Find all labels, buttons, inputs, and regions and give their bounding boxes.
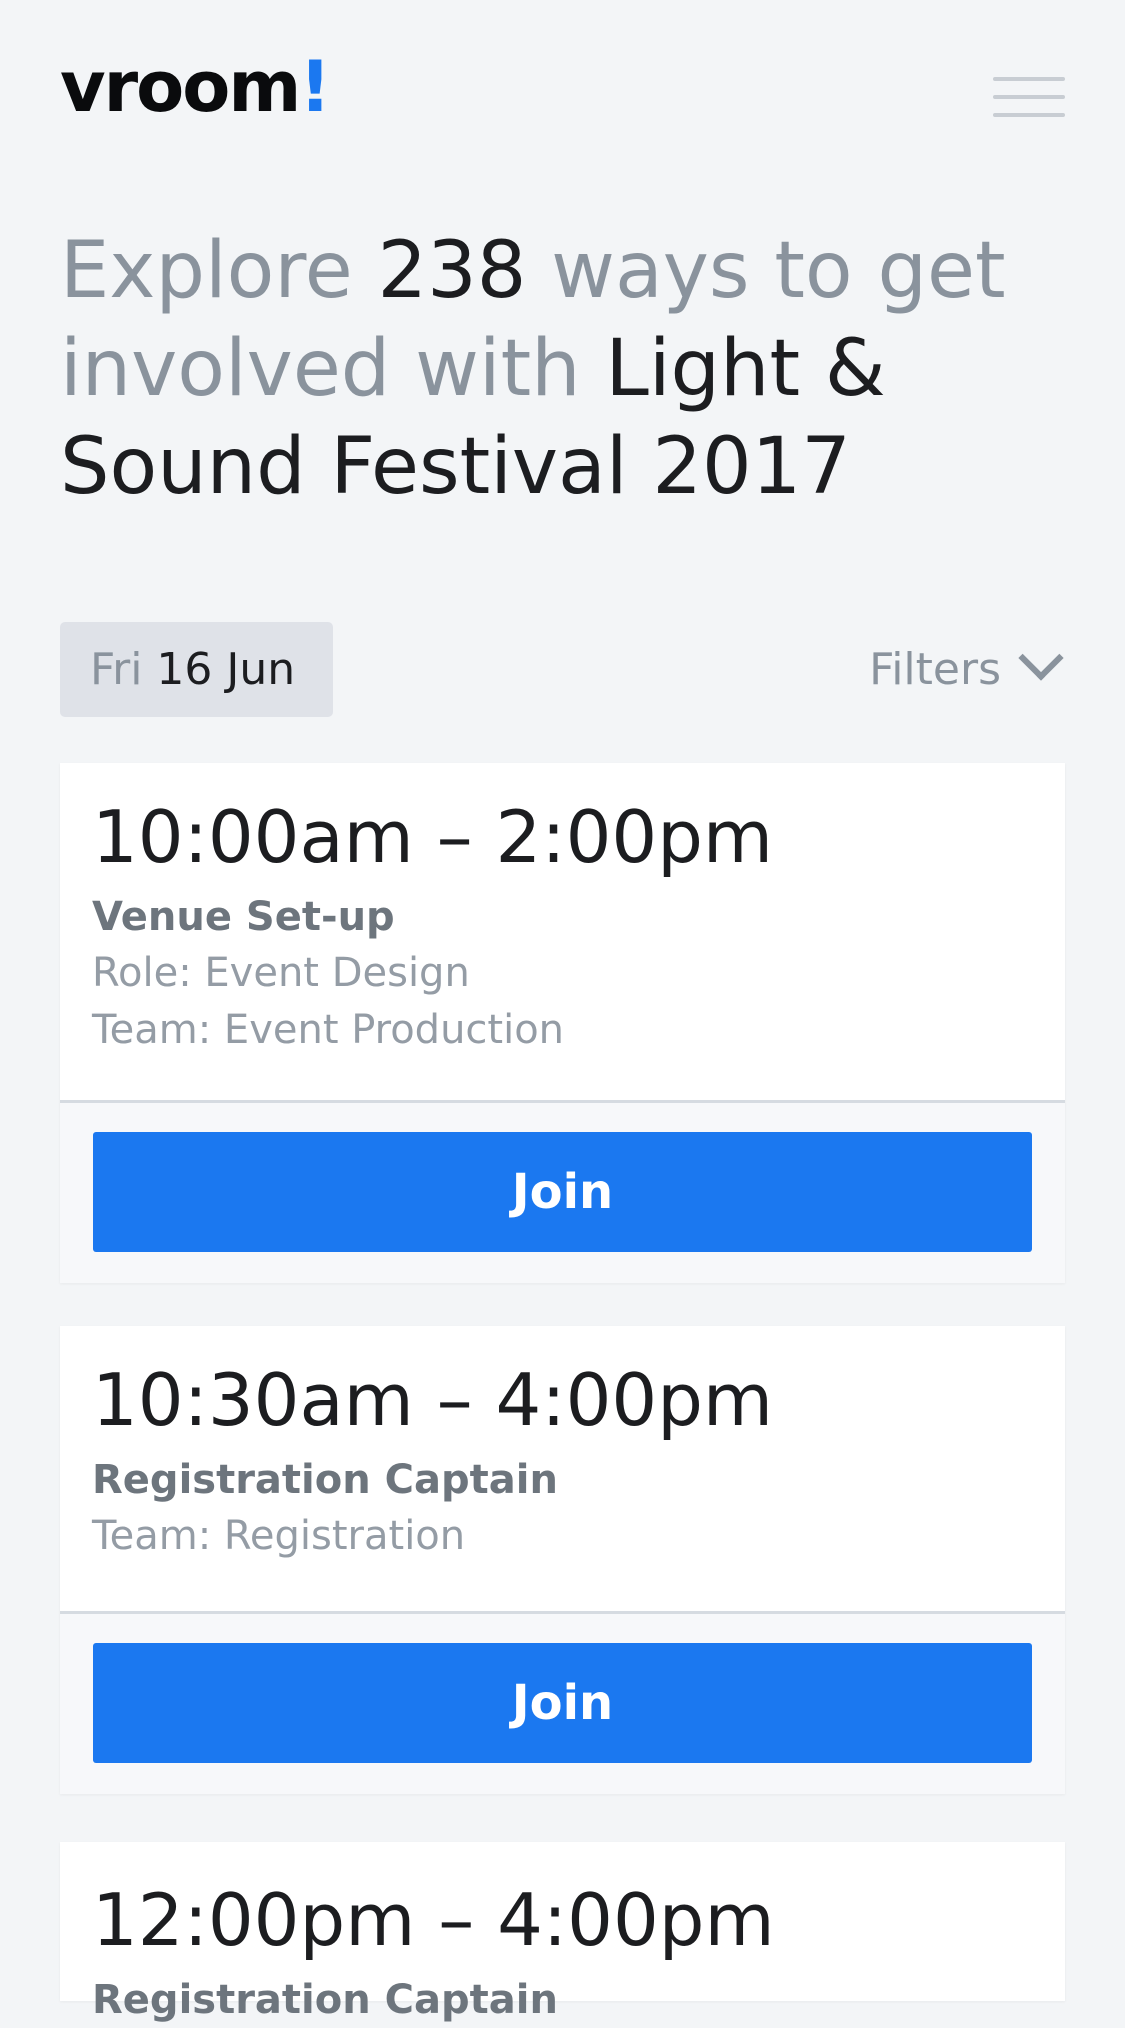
- date-selector[interactable]: Fri 16 Jun: [60, 622, 333, 717]
- vroom-logo[interactable]: vroom!: [60, 52, 331, 122]
- menu-line: [993, 113, 1065, 117]
- shift-role: Role: Event Design: [92, 950, 470, 996]
- shift-card-footer: Join: [60, 1100, 1065, 1283]
- logo-exclamation-mark: !: [299, 46, 331, 128]
- shift-time: 10:30am – 4:00pm: [92, 1358, 774, 1442]
- join-button[interactable]: Join: [93, 1643, 1032, 1763]
- hamburger-menu-icon[interactable]: [993, 77, 1065, 121]
- headline-prefix: Explore: [60, 226, 378, 316]
- shift-time: 12:00pm – 4:00pm: [92, 1878, 775, 1962]
- join-button[interactable]: Join: [93, 1132, 1032, 1252]
- shift-time: 10:00am – 2:00pm: [92, 795, 774, 879]
- filters-label: Filters: [869, 644, 1001, 695]
- menu-line: [993, 77, 1065, 81]
- date-day-of-week: Fri: [90, 644, 143, 695]
- shift-team: Team: Event Production: [92, 1007, 565, 1053]
- shift-name: Registration Captain: [92, 1977, 558, 2023]
- shift-card-footer: Join: [60, 1611, 1065, 1794]
- page-headline: Explore 238 ways to get involved with Li…: [60, 222, 1065, 516]
- shift-name: Venue Set-up: [92, 894, 395, 940]
- date-day: 16 Jun: [156, 644, 296, 695]
- shift-card: 12:00pm – 4:00pm Registration Captain: [60, 1842, 1065, 2023]
- shift-card: 10:00am – 2:00pm Venue Set-up Role: Even…: [60, 763, 1065, 1283]
- top-bar: vroom!: [60, 52, 1065, 142]
- filters-toggle[interactable]: Filters: [869, 622, 1064, 717]
- shift-card: 10:30am – 4:00pm Registration Captain Te…: [60, 1326, 1065, 1794]
- menu-line: [993, 95, 1065, 99]
- shift-name: Registration Captain: [92, 1457, 558, 1503]
- logo-wordmark: vroom: [60, 46, 301, 128]
- chevron-down-icon: [1018, 635, 1064, 681]
- opportunity-count: 238: [377, 226, 527, 316]
- shift-team: Team: Registration: [92, 1513, 466, 1559]
